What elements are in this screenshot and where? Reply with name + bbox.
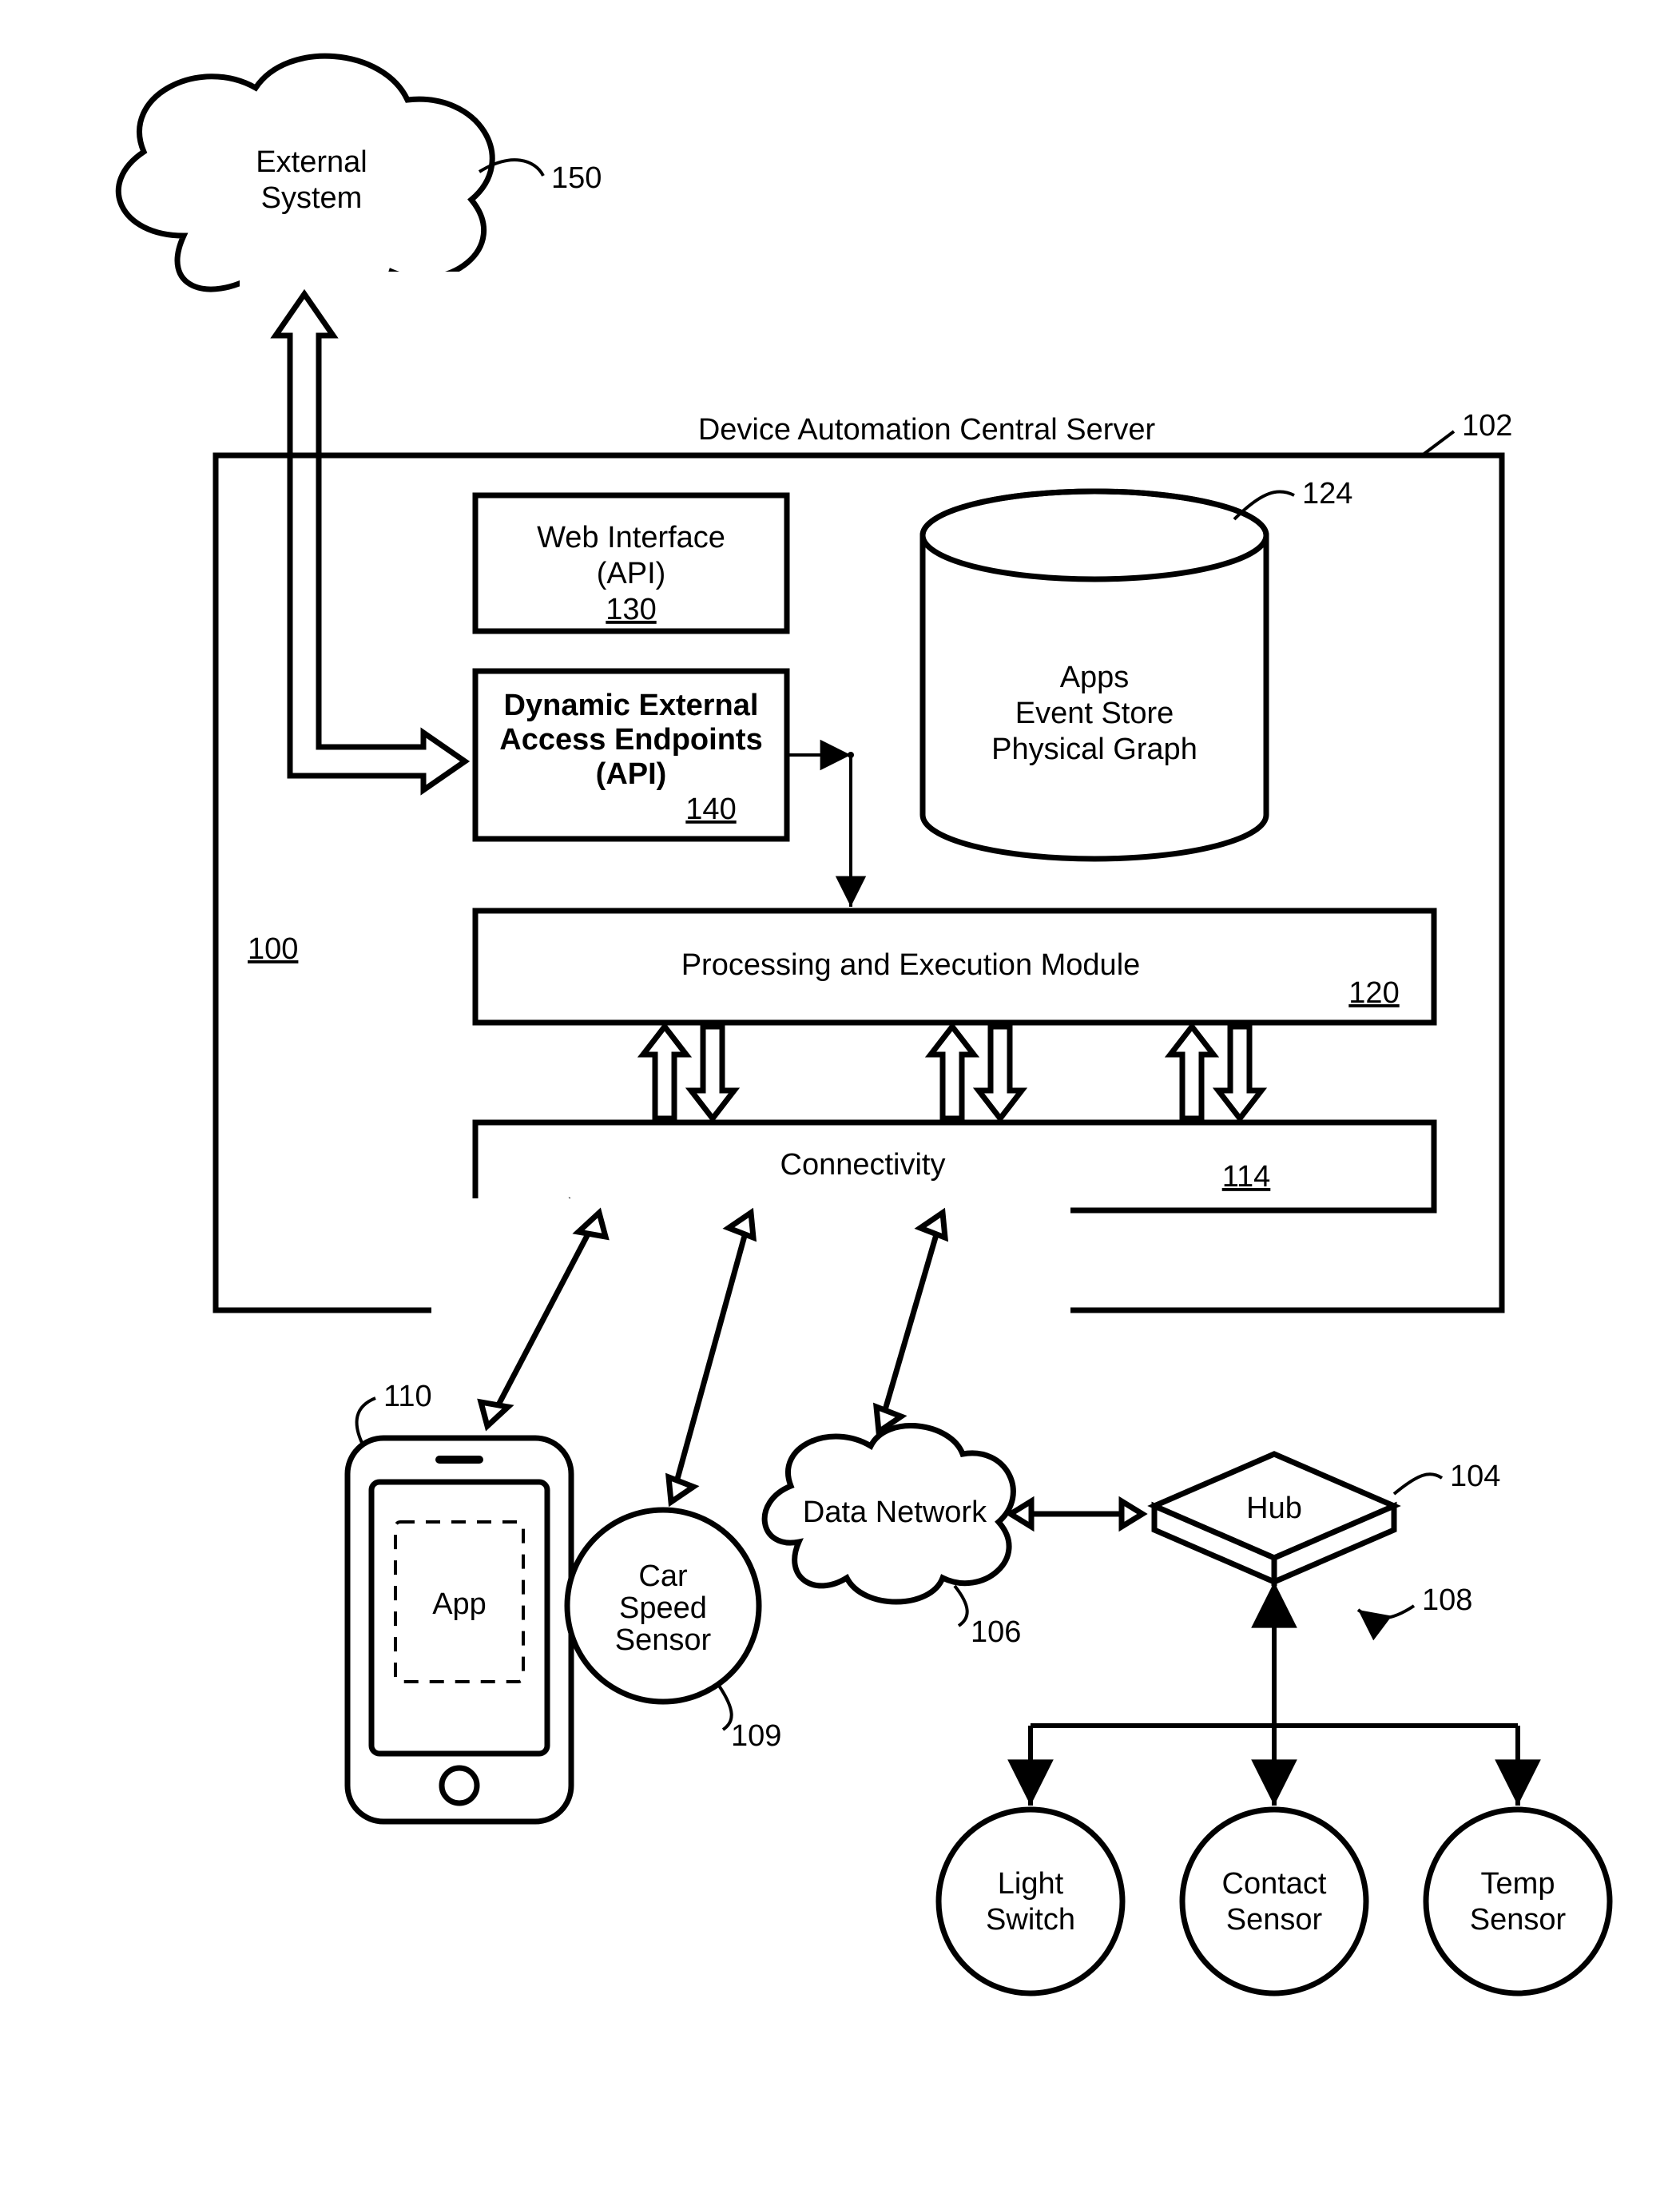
light-switch (939, 1810, 1122, 1993)
ref-102: 102 (1462, 409, 1512, 443)
leader-104 (1394, 1474, 1442, 1494)
proc-ref: 120 (1348, 976, 1399, 1010)
conn-label: Connectivity (780, 1148, 946, 1182)
arrow-cloud-hub (1011, 1501, 1142, 1527)
ref-110: 110 (383, 1380, 432, 1413)
phone-app-label: App (432, 1587, 487, 1621)
server-title: Device Automation Central Server (698, 413, 1156, 447)
temp-l1: Temp (1481, 1867, 1555, 1901)
leader-106 (955, 1586, 967, 1626)
light-l2: Switch (986, 1903, 1075, 1937)
car-l1: Car (638, 1559, 688, 1593)
car-l2: Speed (619, 1591, 707, 1625)
proc-label: Processing and Execution Module (681, 948, 1141, 982)
ref-100: 100 (248, 932, 298, 966)
leader-109 (719, 1686, 732, 1730)
endpoints-l3: (API) (596, 757, 667, 791)
endpoints-l1: Dynamic External (504, 689, 759, 722)
external-system-cloud: External System (118, 56, 492, 308)
endpoints-l2: Access Endpoints (499, 723, 762, 757)
web-api-l1: Web Interface (537, 521, 725, 554)
car-l3: Sensor (615, 1623, 712, 1657)
phone (348, 1438, 571, 1822)
ref-109: 109 (731, 1719, 781, 1753)
contact-sensor (1182, 1810, 1366, 1993)
db-l3: Physical Graph (991, 733, 1197, 766)
light-l1: Light (998, 1867, 1064, 1901)
web-api-l2: (API) (597, 557, 666, 590)
hub-label: Hub (1246, 1492, 1302, 1525)
db-l2: Event Store (1015, 697, 1174, 730)
conn-ref: 114 (1222, 1160, 1271, 1194)
datanet-label: Data Network (803, 1496, 987, 1529)
db-l1: Apps (1060, 661, 1130, 694)
ref-108: 108 (1422, 1583, 1472, 1617)
leader-108 (1358, 1606, 1414, 1619)
endpoints-ref: 140 (685, 793, 736, 826)
ref-124: 124 (1302, 477, 1352, 511)
temp-sensor (1426, 1810, 1610, 1993)
ref-104: 104 (1450, 1460, 1500, 1493)
contact-l2: Sensor (1226, 1903, 1323, 1937)
ref-106: 106 (971, 1615, 1021, 1649)
temp-l2: Sensor (1470, 1903, 1567, 1937)
ref-150: 150 (551, 161, 602, 195)
external-system-label-1: External (256, 145, 367, 179)
conn-box (475, 1122, 1434, 1210)
leader-102 (1422, 431, 1454, 455)
arrows-proc-conn (643, 1027, 1261, 1118)
web-api-ref: 130 (606, 593, 656, 626)
contact-l1: Contact (1222, 1867, 1327, 1901)
external-system-label-2: System (261, 181, 363, 215)
